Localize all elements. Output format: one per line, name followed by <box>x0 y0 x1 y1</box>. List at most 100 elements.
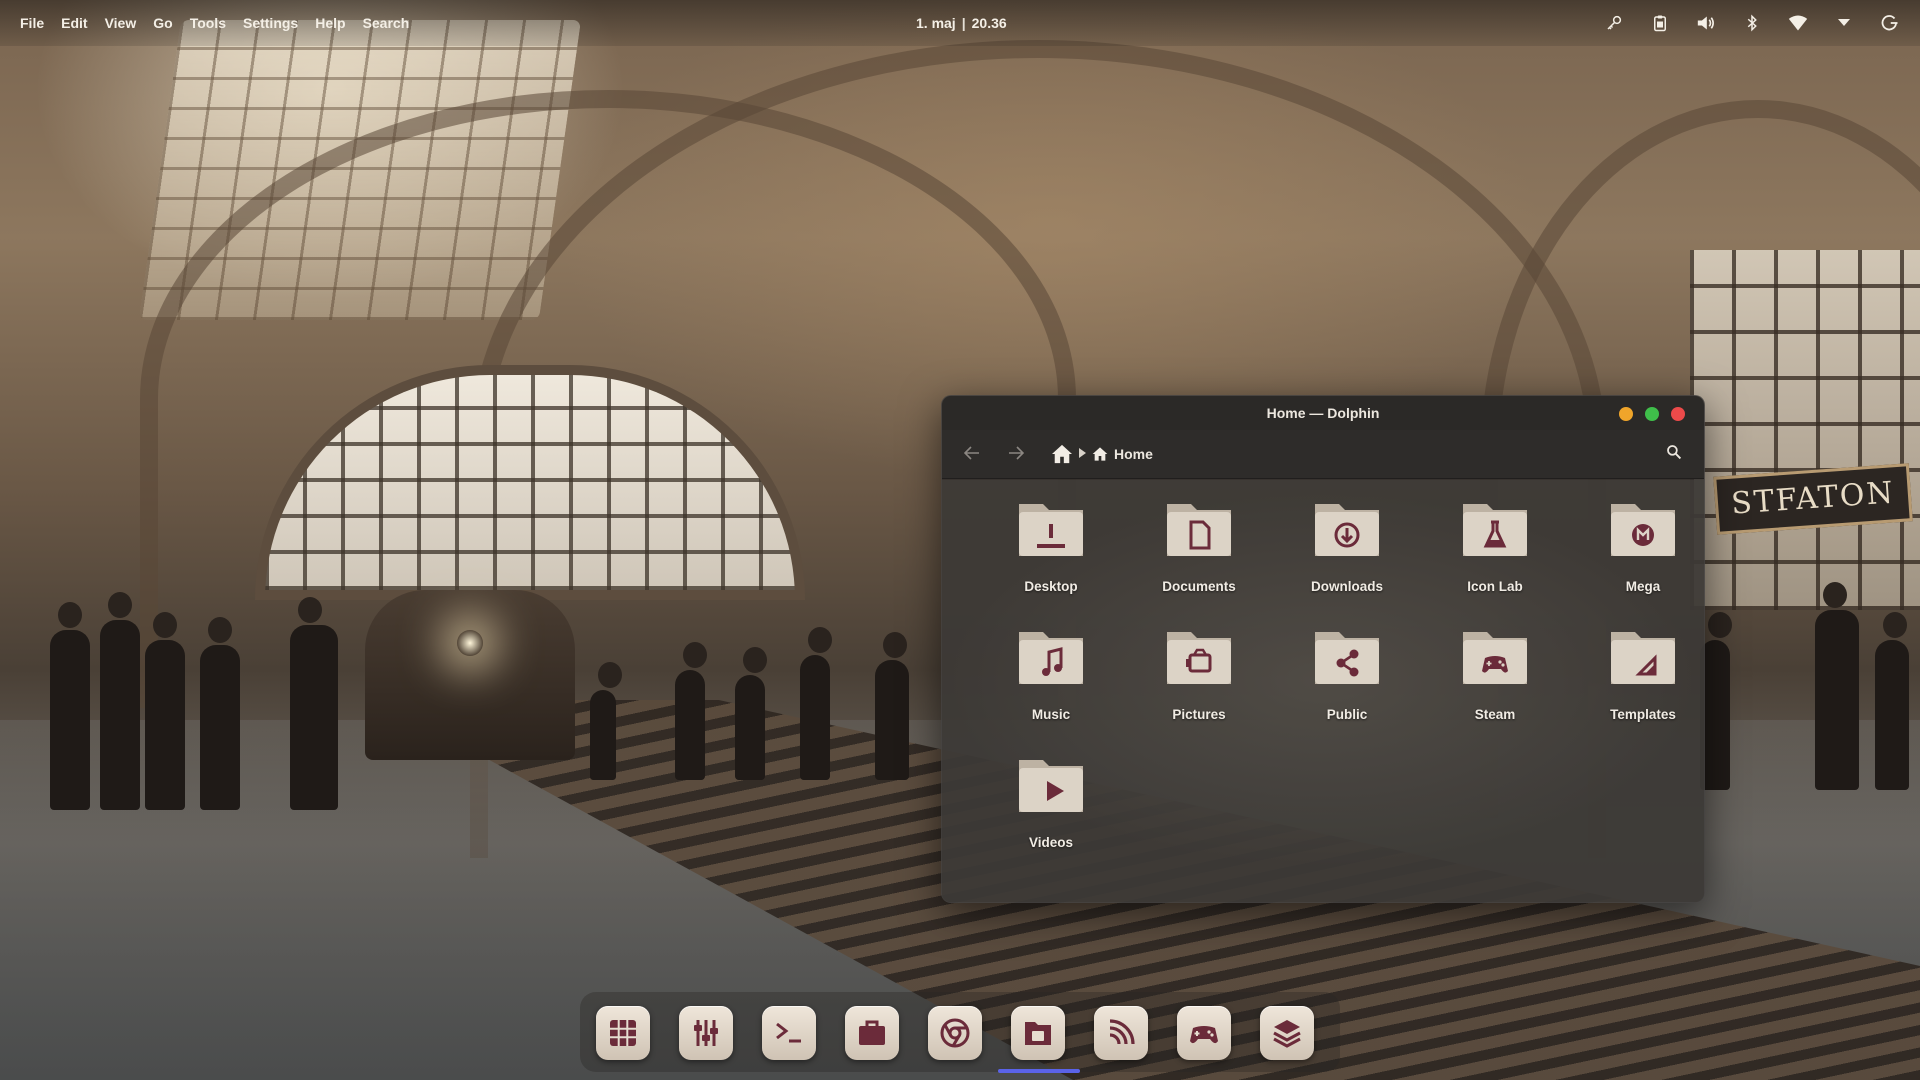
file-grid: Desktop Documents Downloads Icon Lab Meg… <box>977 494 1704 878</box>
folder-label: Documents <box>1162 579 1236 594</box>
rss-icon <box>1109 1019 1135 1045</box>
folder-label: Music <box>1031 707 1071 722</box>
dolphin-window: Home — Dolphin Home Desktop Documents Do… <box>941 395 1705 903</box>
chrome-icon <box>940 1018 970 1048</box>
desktop-icon <box>1019 504 1083 556</box>
dock <box>580 992 1340 1072</box>
window-toolbar: Home <box>942 430 1704 479</box>
menu-view[interactable]: View <box>105 15 137 31</box>
dock-app-launcher[interactable] <box>596 1006 650 1060</box>
wallpaper-people <box>1700 582 1920 790</box>
top-panel: File Edit View Go Tools Settings Help Se… <box>0 0 1920 46</box>
menu-file[interactable]: File <box>20 15 44 31</box>
system-tray <box>1602 13 1902 33</box>
folder-item[interactable]: Videos <box>977 750 1125 878</box>
gamepad-icon <box>1463 632 1527 684</box>
dock-mixer[interactable] <box>679 1006 733 1060</box>
arrow-right-icon <box>1009 446 1025 460</box>
bluetooth-icon[interactable] <box>1740 13 1764 33</box>
menu-edit[interactable]: Edit <box>61 15 87 31</box>
folder-item[interactable]: Icon Lab <box>1421 494 1569 622</box>
wallpaper-side-window <box>1690 250 1920 610</box>
dock-terminal[interactable] <box>762 1006 816 1060</box>
file-view[interactable]: Desktop Documents Downloads Icon Lab Meg… <box>942 480 1704 902</box>
clock-separator: | <box>961 15 966 31</box>
folder-label: Downloads <box>1310 579 1383 594</box>
gamepad-icon <box>1190 1026 1218 1044</box>
folder-label: Pictures <box>1172 707 1226 722</box>
folder-item[interactable]: Mega <box>1569 494 1704 622</box>
volume-icon[interactable] <box>1694 13 1718 33</box>
search-icon <box>1667 445 1682 460</box>
dock-rss[interactable] <box>1094 1006 1148 1060</box>
folder-label: Mega <box>1625 579 1661 594</box>
folder-label: Steam <box>1474 707 1516 722</box>
folder-label: Videos <box>1028 835 1074 850</box>
home-icon <box>1092 447 1108 461</box>
wallpaper-people <box>50 592 380 810</box>
menu-search[interactable]: Search <box>363 15 410 31</box>
folder-label: Desktop <box>1024 579 1078 594</box>
dock-active-indicator <box>998 1069 1080 1073</box>
briefcase-icon <box>859 1020 885 1045</box>
menu-tools[interactable]: Tools <box>190 15 226 31</box>
search-button[interactable] <box>1666 444 1686 464</box>
folder-label: Public <box>1326 707 1368 722</box>
clock-date: 1. maj <box>916 15 956 31</box>
menu-help[interactable]: Help <box>315 15 345 31</box>
clipboard-icon[interactable] <box>1648 13 1672 33</box>
maximize-button[interactable] <box>1645 407 1659 421</box>
dock-games[interactable] <box>1177 1006 1231 1060</box>
clock-time: 20.36 <box>971 15 1007 31</box>
dock-layers[interactable] <box>1260 1006 1314 1060</box>
picture-icon <box>1167 632 1231 684</box>
folder-item[interactable]: Documents <box>1125 494 1273 622</box>
mega-icon <box>1611 504 1675 556</box>
wallpaper-people <box>590 627 950 780</box>
breadcrumb-location[interactable]: Home <box>1114 446 1153 462</box>
home-icon[interactable] <box>1051 444 1073 464</box>
chevron-right-icon[interactable] <box>1079 447 1086 461</box>
dock-file-manager[interactable] <box>1011 1006 1065 1060</box>
file-manager-icon <box>1025 1022 1051 1045</box>
template-icon <box>1611 632 1675 684</box>
dock-browser[interactable] <box>928 1006 982 1060</box>
breadcrumb: Home <box>1051 444 1153 464</box>
app-grid-icon <box>610 1020 636 1046</box>
folder-item[interactable]: Desktop <box>977 494 1125 622</box>
share-icon <box>1315 632 1379 684</box>
play-icon <box>1019 760 1083 812</box>
clock[interactable]: 1. maj | 20.36 <box>916 15 1007 31</box>
music-note-icon <box>1019 632 1083 684</box>
dock-briefcase[interactable] <box>845 1006 899 1060</box>
folder-item[interactable]: Downloads <box>1273 494 1421 622</box>
power-icon[interactable] <box>1878 13 1902 33</box>
layers-icon <box>1273 1020 1301 1048</box>
window-title: Home — Dolphin <box>1266 405 1380 421</box>
global-menu: File Edit View Go Tools Settings Help Se… <box>20 15 409 31</box>
folder-item[interactable]: Music <box>977 622 1125 750</box>
download-icon <box>1315 504 1379 556</box>
document-icon <box>1167 504 1231 556</box>
menu-go[interactable]: Go <box>153 15 172 31</box>
minimize-button[interactable] <box>1619 407 1633 421</box>
folder-label: Templates <box>1610 707 1676 722</box>
folder-item[interactable]: Steam <box>1421 622 1569 750</box>
forward-button[interactable] <box>1004 442 1028 466</box>
wallpaper-train <box>365 590 575 760</box>
chevron-down-icon[interactable] <box>1832 13 1856 33</box>
wifi-icon[interactable] <box>1786 13 1810 33</box>
back-button[interactable] <box>960 442 984 466</box>
terminal-icon <box>776 1022 801 1043</box>
flask-icon <box>1463 504 1527 556</box>
window-titlebar[interactable]: Home — Dolphin <box>942 396 1704 430</box>
menu-settings[interactable]: Settings <box>243 15 298 31</box>
key-icon[interactable] <box>1602 13 1626 33</box>
arrow-left-icon <box>963 446 979 460</box>
folder-item[interactable]: Templates <box>1569 622 1704 750</box>
mixer-icon <box>694 1020 718 1046</box>
folder-item[interactable]: Pictures <box>1125 622 1273 750</box>
folder-item[interactable]: Public <box>1273 622 1421 750</box>
folder-label: Icon Lab <box>1467 579 1523 594</box>
close-button[interactable] <box>1671 407 1685 421</box>
